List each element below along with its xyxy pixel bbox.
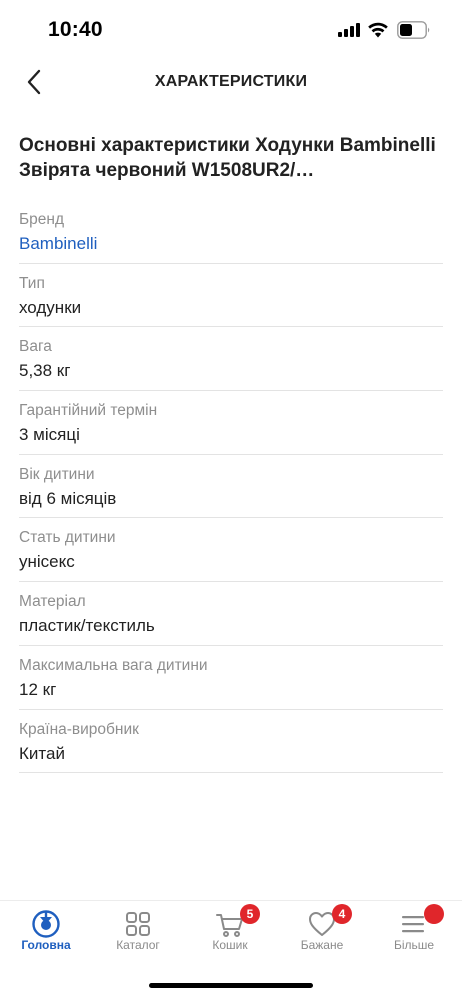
home-indicator (149, 983, 313, 988)
grid-icon (126, 912, 150, 936)
nav-label: Кошик (212, 938, 248, 952)
nav-item-more[interactable]: Більше (368, 901, 460, 961)
spec-value: від 6 місяців (19, 488, 117, 508)
spec-value: 12 кг (19, 679, 57, 699)
status-bar: 10:40 (0, 0, 462, 60)
cart-badge: 5 (240, 904, 260, 924)
spec-value: пластик/текстиль (19, 616, 155, 636)
spec-label: Країна-виробник (19, 720, 139, 738)
spec-row-country: Країна-виробник Китай (19, 710, 443, 774)
spec-row-type: Тип ходунки (19, 264, 443, 328)
spec-label: Стать дитини (19, 529, 116, 547)
nav-label: Каталог (116, 938, 160, 952)
spec-value: унісекс (19, 552, 75, 572)
home-icon (32, 910, 60, 938)
spec-label: Тип (19, 274, 45, 292)
battery-icon (397, 21, 430, 39)
spec-value: 3 місяці (19, 425, 80, 445)
wifi-icon (368, 22, 388, 38)
nav-item-cart[interactable]: 5 Кошик (184, 901, 276, 961)
nav-label: Більше (393, 938, 435, 952)
spec-label: Бренд (19, 211, 65, 228)
spec-row-child-age: Вік дитини від 6 місяців (19, 455, 443, 519)
specs-list: Бренд Bambinelli Тип ходунки Вага 5,38 к… (19, 200, 443, 774)
spec-label: Максимальна вага дитини (19, 656, 208, 674)
nav-label: Головна (21, 938, 71, 952)
nav-label: Бажане (300, 938, 344, 952)
spec-row-material: Матеріал пластик/текстиль (19, 582, 443, 646)
brand-link[interactable]: Bambinelli (19, 232, 443, 256)
page-title: ХАРАКТЕРИСТИКИ (154, 73, 308, 90)
nav-item-home[interactable]: Головна (0, 901, 92, 961)
spec-row-max-weight: Максимальна вага дитини 12 кг (19, 646, 443, 710)
spec-label: Вік дитини (19, 465, 95, 483)
header: ХАРАКТЕРИСТИКИ (0, 60, 462, 108)
spec-label: Вага (19, 338, 52, 356)
signal-icon (338, 23, 360, 37)
spec-value: ходунки (19, 297, 82, 317)
spec-value: Китай (19, 743, 65, 763)
spec-row-brand: Бренд Bambinelli (19, 200, 443, 264)
screen: 10:40 ХАРАКТЕРИСТИКИ Основні характерист… (0, 0, 462, 999)
spec-row-child-gender: Стать дитини унісекс (19, 518, 443, 583)
spec-row-weight: Вага 5,38 кг (19, 327, 443, 392)
more-notification-dot (424, 904, 444, 924)
product-title: Основні характеристики Ходунки Bambinell… (19, 135, 436, 181)
spec-value: 5,38 кг (19, 361, 71, 381)
status-time: 10:40 (48, 18, 103, 41)
nav-item-wishlist[interactable]: 4 Бажане (276, 901, 368, 961)
wishlist-badge: 4 (332, 904, 352, 924)
spec-label: Матеріал (19, 593, 86, 611)
spec-label: Гарантійний термін (19, 402, 158, 420)
nav-item-catalog[interactable]: Каталог (92, 901, 184, 961)
spec-row-warranty: Гарантійний термін 3 місяці (19, 391, 443, 455)
